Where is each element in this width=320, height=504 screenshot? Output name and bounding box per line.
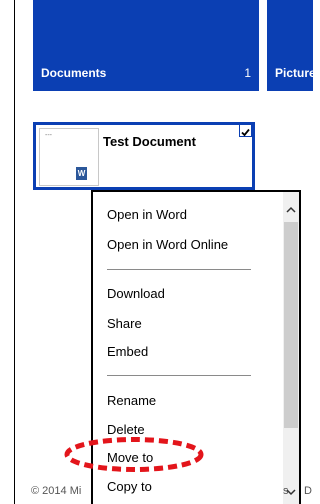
thumbnail-preview-text: ---	[45, 132, 52, 139]
menu-scrollbar[interactable]	[283, 192, 299, 504]
menu-item-open-in-word[interactable]: Open in Word	[107, 207, 187, 222]
menu-item-copy-to[interactable]: Copy to	[107, 479, 152, 494]
file-item-test-document[interactable]: --- W Test Document	[33, 122, 255, 190]
word-file-icon: W	[76, 167, 87, 180]
menu-item-share[interactable]: Share	[107, 316, 142, 331]
menu-item-open-in-word-online[interactable]: Open in Word Online	[107, 237, 228, 252]
selection-checkbox[interactable]	[233, 122, 255, 144]
footer-fragment: s	[283, 485, 289, 497]
checkmark-icon	[241, 128, 250, 137]
menu-separator	[107, 269, 251, 270]
menu-separator	[107, 375, 251, 376]
documents-tile-label: Documents	[41, 66, 107, 80]
file-name: Test Document	[103, 134, 196, 149]
scroll-up-arrow-icon[interactable]	[283, 202, 299, 218]
scrollbar-thumb[interactable]	[284, 222, 298, 428]
menu-item-download[interactable]: Download	[107, 286, 165, 301]
menu-item-rename[interactable]: Rename	[107, 393, 156, 408]
menu-item-move-to[interactable]: Move to	[107, 450, 153, 465]
app-frame: Documents 1 Pictures --- W Test Document…	[14, 0, 313, 504]
documents-tile-count: 1	[244, 66, 251, 80]
footer-fragment: D	[304, 485, 312, 497]
checkbox-box	[239, 124, 252, 137]
document-thumbnail: --- W	[39, 128, 99, 186]
documents-tile[interactable]: Documents 1	[33, 0, 259, 91]
pictures-tile-label: Pictures	[275, 66, 313, 80]
footer-copyright: © 2014 Mi	[31, 485, 82, 497]
file-item-body: --- W Test Document	[36, 125, 252, 187]
pictures-tile[interactable]: Pictures	[267, 0, 313, 91]
menu-item-embed[interactable]: Embed	[107, 344, 148, 359]
context-menu: Open in Word Open in Word Online Downloa…	[91, 190, 301, 504]
menu-item-delete[interactable]: Delete	[107, 422, 145, 437]
